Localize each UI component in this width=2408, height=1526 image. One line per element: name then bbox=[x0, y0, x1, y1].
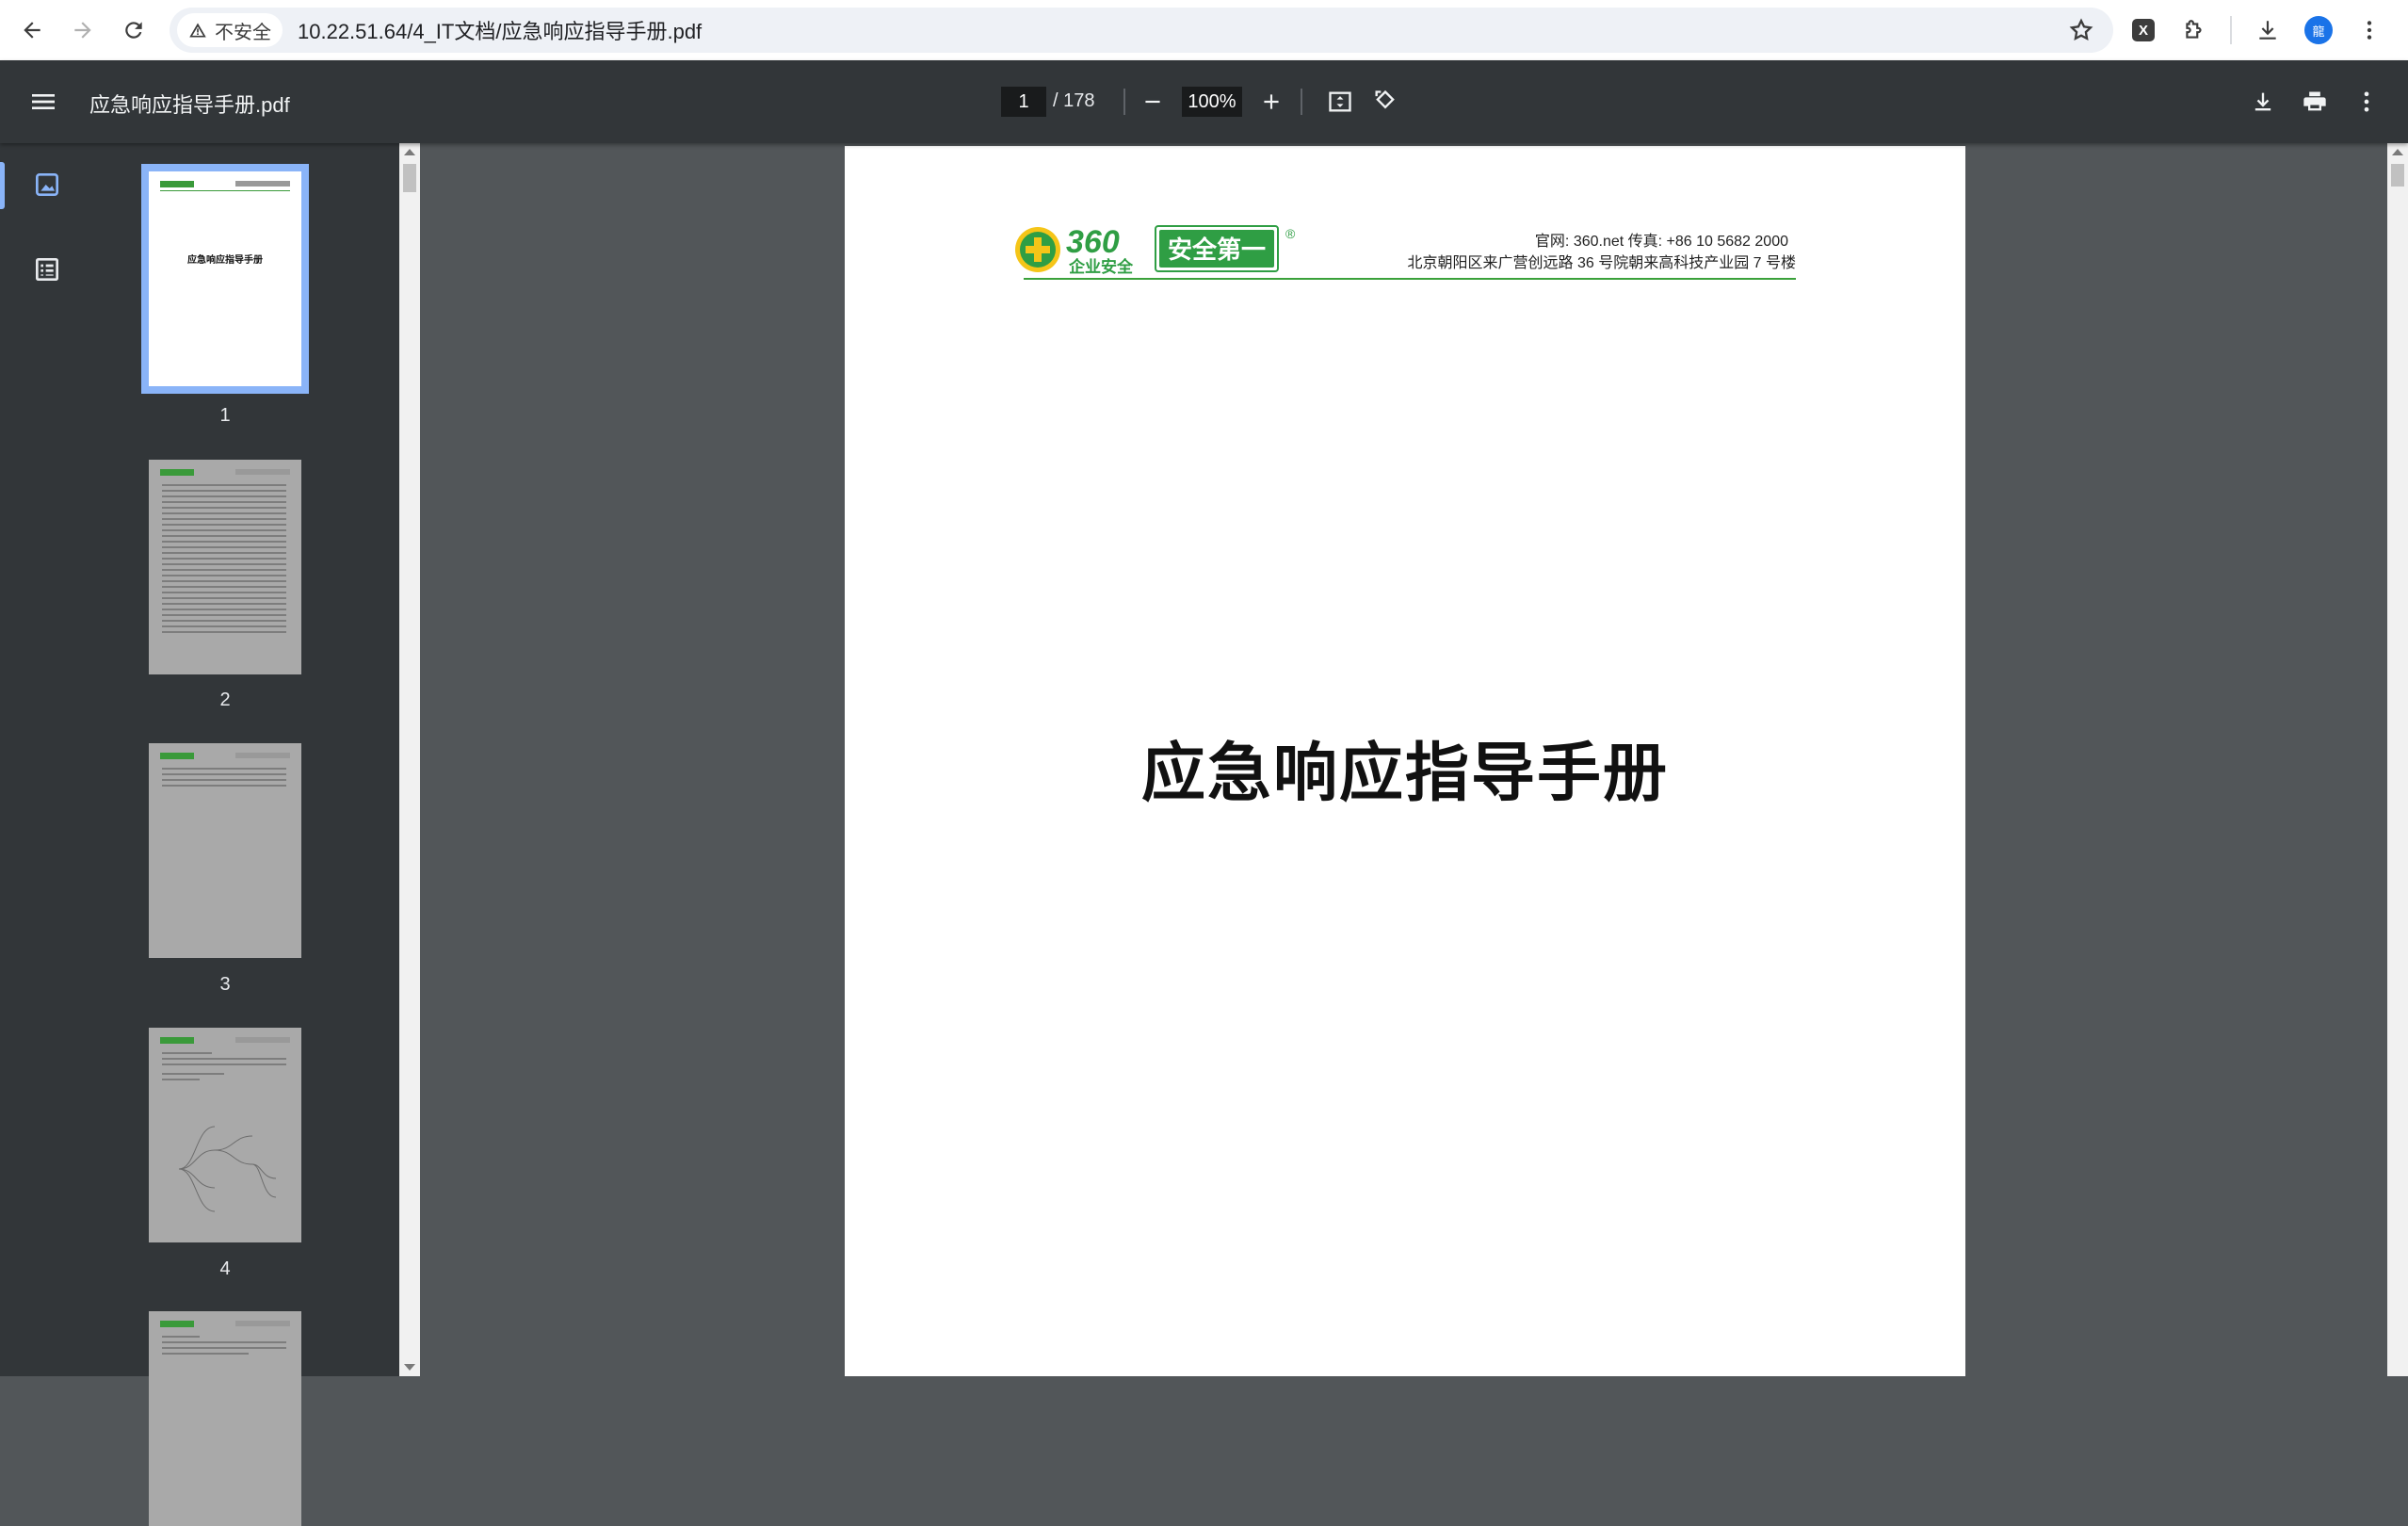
thumbnail-logo bbox=[160, 469, 194, 476]
security-indicator[interactable]: 不安全 bbox=[177, 13, 283, 47]
puzzle-icon bbox=[2186, 20, 2202, 39]
thumbnail-text-lines bbox=[162, 1336, 286, 1358]
scroll-down-arrow-icon[interactable] bbox=[404, 1364, 415, 1371]
extension-x-button[interactable]: X bbox=[2128, 15, 2158, 45]
extension-x-icon: X bbox=[2132, 19, 2155, 41]
thumbnail-header bbox=[235, 469, 290, 475]
thumbnail-number: 4 bbox=[219, 1258, 231, 1279]
print-button[interactable] bbox=[2298, 85, 2332, 119]
document-title: 应急响应指导手册.pdf bbox=[89, 93, 290, 117]
address-bar[interactable]: 不安全 10.22.51.64/4_IT文档/应急响应指导手册.pdf bbox=[170, 8, 2113, 53]
avatar: 龍 bbox=[2304, 16, 2333, 44]
zoom-out-button[interactable] bbox=[1136, 85, 1170, 119]
download-icon bbox=[2254, 92, 2271, 111]
thumbnail-page-1[interactable]: 应急响应指导手册 bbox=[141, 164, 309, 394]
arrow-right-icon bbox=[74, 22, 91, 39]
thumbnail-toc-lines bbox=[162, 768, 286, 790]
thumbnail-logo bbox=[160, 1321, 194, 1327]
registered-mark: ® bbox=[1285, 226, 1296, 241]
thumbnails-view-icon[interactable] bbox=[32, 170, 62, 200]
rotate-button[interactable] bbox=[1368, 85, 1402, 119]
thumbnail-logo bbox=[160, 1037, 194, 1044]
fit-page-button[interactable] bbox=[1323, 85, 1357, 119]
thumbnail-text-lines bbox=[162, 1052, 286, 1084]
extensions-button[interactable] bbox=[2179, 15, 2209, 45]
thumbnail-number: 2 bbox=[219, 690, 231, 710]
downloads-button[interactable] bbox=[2253, 15, 2283, 45]
scroll-up-arrow-icon[interactable] bbox=[2392, 149, 2403, 155]
header-contact: 官网: 360.net 传真: +86 10 5682 2000 bbox=[1534, 234, 1788, 250]
page-number-input[interactable]: 1 bbox=[1001, 87, 1046, 117]
thumbnail-title: 应急响应指导手册 bbox=[187, 255, 263, 266]
more-vert-icon bbox=[2364, 91, 2369, 112]
scrollbar-thumb[interactable] bbox=[403, 164, 416, 192]
thumbnail-number: 3 bbox=[219, 974, 231, 995]
download-icon bbox=[2259, 21, 2276, 40]
security-label: 不安全 bbox=[215, 22, 271, 43]
logo-badge: 安全第一 bbox=[1168, 235, 1266, 265]
thumbnail-page-4[interactable] bbox=[149, 1028, 301, 1242]
rotate-icon bbox=[1375, 89, 1395, 109]
pdf-download-button[interactable] bbox=[2246, 85, 2280, 119]
sidebar-scrollbar[interactable] bbox=[399, 143, 420, 1376]
sidebar-rail bbox=[0, 143, 94, 1376]
reload-icon bbox=[125, 22, 142, 39]
scrollbar-thumb[interactable] bbox=[2391, 164, 2404, 187]
header-address: 北京朝阳区来广营创远路 36 号院朝来高科技产业园 7 号楼 bbox=[1407, 255, 1796, 271]
hamburger-menu-icon[interactable] bbox=[28, 87, 58, 117]
thumbnail-page-3[interactable] bbox=[149, 743, 301, 958]
thumbnail-number: 1 bbox=[219, 405, 231, 426]
outline-view-icon[interactable] bbox=[32, 254, 62, 284]
pdf-toolbar: 应急响应指导手册.pdf 1 / 178 100% bbox=[0, 60, 2408, 143]
browser-toolbar: 不安全 10.22.51.64/4_IT文档/应急响应指导手册.pdf X 龍 bbox=[0, 0, 2408, 60]
thumbnail-sidebar: 应急响应指导手册 1 2 3 4 bbox=[0, 143, 399, 1526]
thumbnail-header bbox=[235, 1321, 290, 1326]
zoom-input[interactable]: 100% bbox=[1182, 87, 1242, 117]
toolbar-divider bbox=[1301, 89, 1302, 115]
warning-icon bbox=[189, 23, 206, 38]
document-scrollbar[interactable] bbox=[2387, 143, 2408, 1376]
bookmark-star-icon[interactable] bbox=[2068, 17, 2094, 43]
active-tab-indicator bbox=[0, 162, 5, 209]
arrow-left-icon bbox=[24, 22, 40, 39]
thumbnail-rule bbox=[160, 190, 290, 191]
browser-menu-button[interactable] bbox=[2354, 15, 2384, 45]
pdf-more-button[interactable] bbox=[2350, 85, 2384, 119]
reload-button[interactable] bbox=[109, 6, 158, 55]
logo-number: 360 bbox=[1066, 224, 1120, 260]
thumbnail-header bbox=[235, 753, 290, 758]
thumbnail-page-2[interactable] bbox=[149, 460, 301, 674]
toolbar-divider bbox=[2230, 16, 2232, 44]
fit-to-page-icon bbox=[1329, 91, 1351, 112]
minus-icon bbox=[1145, 100, 1160, 104]
thumbnail-mindmap bbox=[178, 1126, 277, 1212]
logo-subtitle: 企业安全 bbox=[1068, 257, 1134, 277]
plus-icon bbox=[1264, 94, 1279, 109]
more-vert-icon bbox=[2367, 21, 2372, 40]
company-logo: 360 企业安全 安全第一 ® bbox=[1015, 224, 1296, 277]
thumbnail-header bbox=[235, 181, 290, 187]
thumbnail-logo bbox=[160, 753, 194, 759]
scroll-up-arrow-icon[interactable] bbox=[404, 149, 415, 155]
thumbnail-logo bbox=[160, 181, 194, 187]
forward-button[interactable] bbox=[58, 6, 107, 55]
printer-icon bbox=[2303, 91, 2326, 111]
profile-button[interactable]: 龍 bbox=[2303, 15, 2334, 45]
back-button[interactable] bbox=[8, 6, 57, 55]
zoom-in-button[interactable] bbox=[1254, 85, 1288, 119]
url-text[interactable]: 10.22.51.64/4_IT文档/应急响应指导手册.pdf bbox=[298, 15, 702, 45]
thumbnail-toc-lines bbox=[162, 484, 286, 637]
toolbar-divider bbox=[1123, 89, 1125, 115]
thumbnail-page-5[interactable] bbox=[149, 1311, 301, 1526]
document-main-title: 应急响应指导手册 bbox=[1140, 738, 1669, 809]
pdf-page: 360 企业安全 安全第一 ® 官网: 360.net 传真: +86 10 5… bbox=[845, 146, 1965, 1376]
thumbnail-header bbox=[235, 1037, 290, 1043]
header-rule bbox=[1024, 278, 1796, 280]
page-total: / 178 bbox=[1053, 90, 1095, 111]
browser-actions: X 龍 bbox=[2128, 0, 2384, 60]
